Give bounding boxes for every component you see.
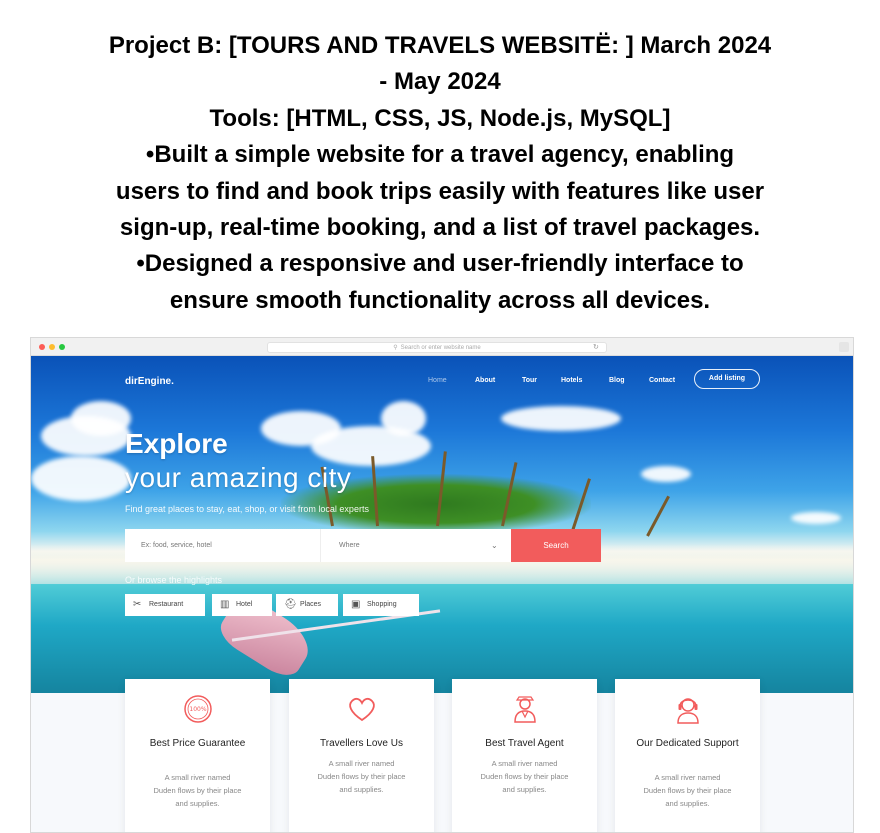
feature-title: Best Price Guarantee <box>149 738 246 749</box>
feature-card-price: 100% Best Price Guarantee A small river … <box>125 679 270 832</box>
hotel-icon: ▥ <box>220 599 230 610</box>
shopping-icon: ▣ <box>351 599 361 610</box>
where-select[interactable]: Where <box>321 529 511 562</box>
support-headset-icon <box>676 698 699 724</box>
feature-description: A small river named Duden flows by their… <box>643 773 732 808</box>
feature-card-love: Travellers Love Us A small river named D… <box>289 679 434 832</box>
project-description: Project B: [TOURS AND TRAVELS WEBSITË: … <box>0 28 880 319</box>
nav-about[interactable]: About <box>475 377 495 384</box>
close-window-icon[interactable] <box>39 344 45 350</box>
chip-label: Restaurant <box>149 601 184 608</box>
project-dates-line: - May 2024 <box>379 68 501 96</box>
project-bullet-1-cont2: sign-up, real-time booking, and a list o… <box>119 214 761 242</box>
minimize-window-icon[interactable] <box>49 344 55 350</box>
nav-home[interactable]: Home <box>428 377 447 384</box>
project-bullet-1-cont: users to find and book trips easily with… <box>115 177 765 205</box>
chip-hotel[interactable]: ▥ Hotel <box>212 594 272 616</box>
feature-title: Best Travel Agent <box>485 738 564 749</box>
travel-agent-icon <box>513 696 536 723</box>
project-bullet-2: •Designed a responsive and user-friendly… <box>136 250 744 278</box>
project-tools-line: Tools: [HTML, CSS, JS, Node.js, MySQL] <box>209 104 671 132</box>
chip-label: Hotel <box>236 601 253 608</box>
project-bullet-2-cont: ensure smooth functionality across all d… <box>169 286 711 314</box>
browser-chrome: ⚲ Search or enter website name ↻ <box>31 338 853 356</box>
project-bullet-1: •Built a simple website for a travel age… <box>145 141 735 169</box>
guarantee-badge-icon: 100% <box>183 695 212 723</box>
address-bar-placeholder: Search or enter website name <box>400 345 481 351</box>
chip-label: Shopping <box>367 601 397 608</box>
address-bar[interactable]: ⚲ Search or enter website name <box>267 342 607 353</box>
features-section: 100% Best Price Guarantee A small river … <box>31 679 853 832</box>
site-logo[interactable]: dirEngine. <box>125 376 174 387</box>
reload-icon[interactable]: ↻ <box>593 343 599 351</box>
browser-menu-button[interactable] <box>839 342 849 352</box>
badge-text: 100% <box>189 706 206 713</box>
places-icon: ⛑ <box>284 599 297 610</box>
site-navbar: dirEngine. Home About Tour Hotels Blog C… <box>31 356 853 400</box>
chip-label: Places <box>300 601 322 608</box>
nav-tour[interactable]: Tour <box>522 377 537 384</box>
chip-places[interactable]: ⛑ Places <box>276 594 338 616</box>
chevron-down-icon[interactable]: ⌄ <box>491 529 498 562</box>
feature-card-support: Our Dedicated Support A small river name… <box>615 679 760 832</box>
nav-hotels[interactable]: Hotels <box>561 377 582 384</box>
utensils-icon: ✂ <box>133 599 142 610</box>
search-button[interactable]: Search <box>511 529 601 562</box>
hero-subtitle: your amazing city <box>125 462 352 493</box>
search-bar: Ex: food, service, hotel Where ⌄ Search <box>125 529 601 562</box>
feature-title: Our Dedicated Support <box>636 738 739 749</box>
nav-blog[interactable]: Blog <box>609 377 625 384</box>
feature-description: A small river named Duden flows by their… <box>153 773 242 808</box>
heart-icon <box>348 697 375 722</box>
project-title-line: Project B: [TOURS AND TRAVELS WEBSITË: … <box>108 32 772 59</box>
add-listing-button[interactable]: Add listing <box>694 369 760 389</box>
maximize-window-icon[interactable] <box>59 344 65 350</box>
hero-tagline: Find great places to stay, eat, shop, or… <box>125 504 369 514</box>
hero-title: Explore <box>125 428 228 459</box>
feature-title: Travellers Love Us <box>320 738 403 749</box>
hero-section: dirEngine. Home About Tour Hotels Blog C… <box>31 356 853 693</box>
feature-description: A small river named Duden flows by their… <box>480 759 569 794</box>
browse-label: Or browse the highlights <box>125 575 223 585</box>
website-screenshot: ⚲ Search or enter website name ↻ dirEngin… <box>30 337 854 833</box>
search-icon: ⚲ <box>393 345 398 351</box>
feature-description: A small river named Duden flows by their… <box>317 759 406 794</box>
chip-shopping[interactable]: ▣ Shopping <box>343 594 419 616</box>
nav-contact[interactable]: Contact <box>649 377 675 384</box>
chip-restaurant[interactable]: ✂ Restaurant <box>125 594 205 616</box>
feature-card-agent: Best Travel Agent A small river named Du… <box>452 679 597 832</box>
what-search-input[interactable]: Ex: food, service, hotel <box>125 529 321 562</box>
